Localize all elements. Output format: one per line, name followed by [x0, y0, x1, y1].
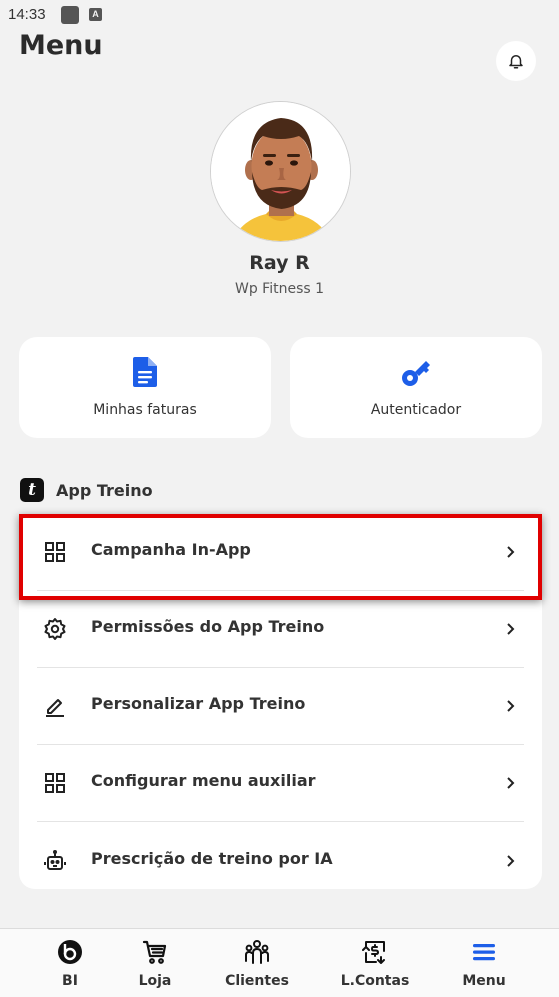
nav-label: Menu: [462, 973, 506, 989]
nav-item-lcontas[interactable]: L.Contas: [335, 929, 415, 997]
menu-icon: [473, 944, 495, 961]
app-treino-logo: t: [20, 478, 44, 502]
divider: [37, 821, 524, 822]
nav-item-bi[interactable]: BI: [40, 929, 100, 997]
nav-item-menu[interactable]: Menu: [449, 929, 519, 997]
robot-icon: [44, 850, 66, 870]
app-notification-icon: A: [89, 8, 102, 21]
people-icon: [245, 940, 269, 964]
grid-icon: [45, 773, 65, 793]
menu-item-prescricao-ia[interactable]: Prescrição de treino por IA: [19, 823, 542, 900]
menu-list: Campanha In-App Permissões do App Treino…: [19, 514, 542, 889]
nav-item-loja[interactable]: Loja: [125, 929, 185, 997]
chevron-right-icon: [507, 546, 515, 558]
pencil-icon: [46, 699, 64, 717]
authenticator-card[interactable]: Autenticador: [290, 337, 542, 438]
status-time: 14:33: [8, 6, 46, 23]
invoices-card[interactable]: Minhas faturas: [19, 337, 271, 438]
chevron-right-icon: [507, 855, 515, 867]
menu-item-label: Configurar menu auxiliar: [91, 771, 316, 790]
menu-item-permissoes[interactable]: Permissões do App Treino: [19, 591, 542, 668]
grid-icon: [45, 542, 65, 562]
page-title: Menu: [19, 30, 103, 61]
chevron-right-icon: [507, 623, 515, 635]
key-icon: [402, 361, 430, 386]
invoices-label: Minhas faturas: [93, 402, 197, 418]
chevron-right-icon: [507, 700, 515, 712]
user-company: Wp Fitness 1: [234, 281, 325, 297]
nav-item-clientes[interactable]: Clientes: [212, 929, 302, 997]
menu-item-campanha-in-app[interactable]: Campanha In-App: [19, 514, 542, 591]
avatar-illustration: [211, 102, 350, 241]
notifications-button[interactable]: [496, 41, 536, 81]
section-header: t App Treino: [20, 478, 153, 502]
nav-label: Clientes: [225, 973, 289, 989]
authenticator-label: Autenticador: [370, 402, 462, 418]
avatar[interactable]: [210, 101, 351, 242]
menu-item-label: Personalizar App Treino: [91, 694, 306, 713]
bell-icon: [509, 55, 523, 69]
notification-square-icon: [61, 6, 79, 24]
gear-icon: [44, 618, 66, 640]
menu-item-label: Permissões do App Treino: [91, 617, 325, 636]
section-title: App Treino: [56, 480, 153, 500]
document-icon: [133, 357, 157, 387]
status-bar: 14:33 A: [0, 0, 559, 30]
menu-item-configurar-menu[interactable]: Configurar menu auxiliar: [19, 745, 542, 822]
chevron-right-icon: [507, 777, 515, 789]
nav-label: BI: [62, 973, 78, 989]
bottom-nav: BI Loja Clientes L.Contas Menu: [0, 928, 559, 997]
user-name: Ray R: [249, 252, 310, 274]
menu-item-label: Campanha In-App: [91, 540, 251, 559]
nav-label: Loja: [138, 973, 172, 989]
menu-item-label: Prescrição de treino por IA: [91, 849, 333, 868]
bi-icon: [58, 940, 82, 964]
accounts-icon: [362, 941, 385, 964]
cart-icon: [142, 940, 167, 964]
nav-label: L.Contas: [340, 973, 410, 989]
menu-item-personalizar[interactable]: Personalizar App Treino: [19, 668, 542, 745]
